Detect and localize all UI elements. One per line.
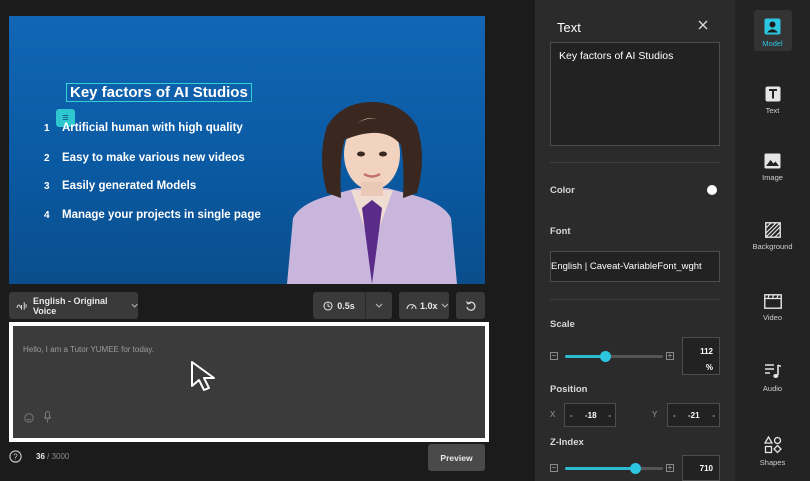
script-editor[interactable]: Hello, I am a Tutor YUMEE for today. [9,322,489,442]
speed-select-button[interactable]: 1.0x [399,292,449,319]
sidebar-item-text[interactable]: Text [735,86,810,115]
zindex-increase-button[interactable]: + [666,464,674,472]
bullet-item: 4 Manage your projects in single page [44,209,261,221]
audio-icon [764,364,781,378]
background-icon [764,222,781,238]
position-x-input[interactable]: - -18 - [564,403,616,427]
y-axis-label: Y [652,410,658,419]
rotate-ccw-icon [465,300,476,311]
zindex-slider-fill [565,467,635,470]
svg-text:?: ? [13,453,18,462]
scale-slider-fill [565,355,606,358]
position-label: Position [550,384,588,395]
bullet-text: Manage your projects in single page [62,209,261,221]
text-properties-panel: Text Key factors of AI Studios Color Fon… [535,0,735,481]
clock-icon [323,300,333,311]
reset-button[interactable] [456,292,485,319]
bullet-item: 3 Easily generated Models [44,180,196,192]
voice-select-button[interactable]: English - Original Voice [9,292,138,319]
emoji-icon[interactable] [24,413,34,423]
chevron-down-icon [375,303,383,308]
bullet-number: 1 [44,123,50,134]
zindex-value-input[interactable]: 710 [682,455,720,481]
chevron-down-icon [131,303,138,308]
shapes-icon [763,436,782,454]
sidebar-label: Image [762,173,783,182]
bullet-number: 2 [44,153,50,164]
microphone-icon[interactable] [43,411,52,423]
voice-wave-icon [16,302,27,310]
bullet-text: Artificial human with high quality [62,122,243,134]
pause-duration-select[interactable]: 0.5s [313,292,392,319]
scale-value: 112 [700,347,713,356]
bullet-item: 2 Easy to make various new videos [44,152,245,164]
duration-value-button[interactable]: 0.5s [313,292,365,319]
scale-value-input[interactable]: 112 % [682,337,720,375]
sidebar-item-video[interactable]: Video [735,294,810,322]
font-select[interactable]: English | Caveat-VariableFont_wght [550,251,720,282]
zindex-slider[interactable] [565,463,663,474]
model-icon [764,18,781,35]
video-icon [763,294,782,309]
scale-unit: % [705,363,713,372]
sidebar-label: Background [752,242,793,251]
sidebar-item-shapes[interactable]: Shapes [735,436,810,467]
zindex-value: 710 [699,464,713,473]
color-swatch[interactable] [707,185,717,195]
chevron-down-icon [441,303,448,308]
panel-title: Text [557,20,581,35]
mouse-cursor-icon [191,361,215,391]
position-y-value: -21 [688,411,700,420]
bullet-text: Easy to make various new videos [62,152,245,164]
text-content-input[interactable]: Key factors of AI Studios [550,42,720,146]
slide-title-text[interactable]: Key factors of AI Studios [66,83,252,102]
sidebar-label: Shapes [759,458,786,467]
bullet-item: 1 Artificial human with high quality [44,122,243,134]
x-axis-label: X [550,410,556,419]
sidebar-label: Video [762,313,783,322]
sidebar-label: Audio [762,384,783,393]
divider [550,162,720,163]
speed-value: 1.0x [420,300,438,311]
scale-decrease-button[interactable]: − [550,352,558,360]
scale-slider[interactable] [565,351,663,362]
sidebar-item-audio[interactable]: Audio [735,363,810,393]
duration-dropdown-button[interactable] [366,292,392,319]
script-textarea[interactable]: Hello, I am a Tutor YUMEE for today. [23,345,154,354]
font-label: Font [550,226,571,237]
right-sidebar: Model Text Image Background Video Audio … [735,0,810,481]
preview-button[interactable]: Preview [428,444,485,471]
divider [550,299,720,300]
position-y-input[interactable]: - -21 - [667,403,720,427]
zindex-slider-knob[interactable] [629,463,641,474]
character-count: 36 / 3000 [36,452,70,461]
ai-avatar-model[interactable] [287,98,457,284]
zindex-label: Z-Index [550,437,584,448]
sidebar-label: Model [762,39,783,48]
color-label: Color [550,185,575,196]
bullet-number: 4 [44,210,50,221]
sidebar-label: Text [765,106,780,115]
position-x-value: -18 [585,411,597,420]
text-icon [765,86,780,102]
close-icon[interactable] [698,20,708,30]
bullet-number: 3 [44,181,50,192]
sidebar-item-model[interactable]: Model [735,18,810,48]
speedometer-icon [406,303,417,310]
duration-value: 0.5s [337,300,355,311]
video-canvas[interactable]: Key factors of AI Studios ≡ 1 Artificial … [9,16,485,284]
help-icon[interactable]: ? [9,450,22,463]
voice-select-label: English - Original Voice [32,295,108,316]
scale-label: Scale [550,319,575,330]
zindex-decrease-button[interactable]: − [550,464,558,472]
sidebar-item-image[interactable]: Image [735,153,810,182]
scale-increase-button[interactable]: + [666,352,674,360]
bullet-text: Easily generated Models [62,180,197,192]
image-icon [764,153,781,169]
sidebar-item-background[interactable]: Background [735,222,810,251]
scale-slider-knob[interactable] [600,351,612,362]
